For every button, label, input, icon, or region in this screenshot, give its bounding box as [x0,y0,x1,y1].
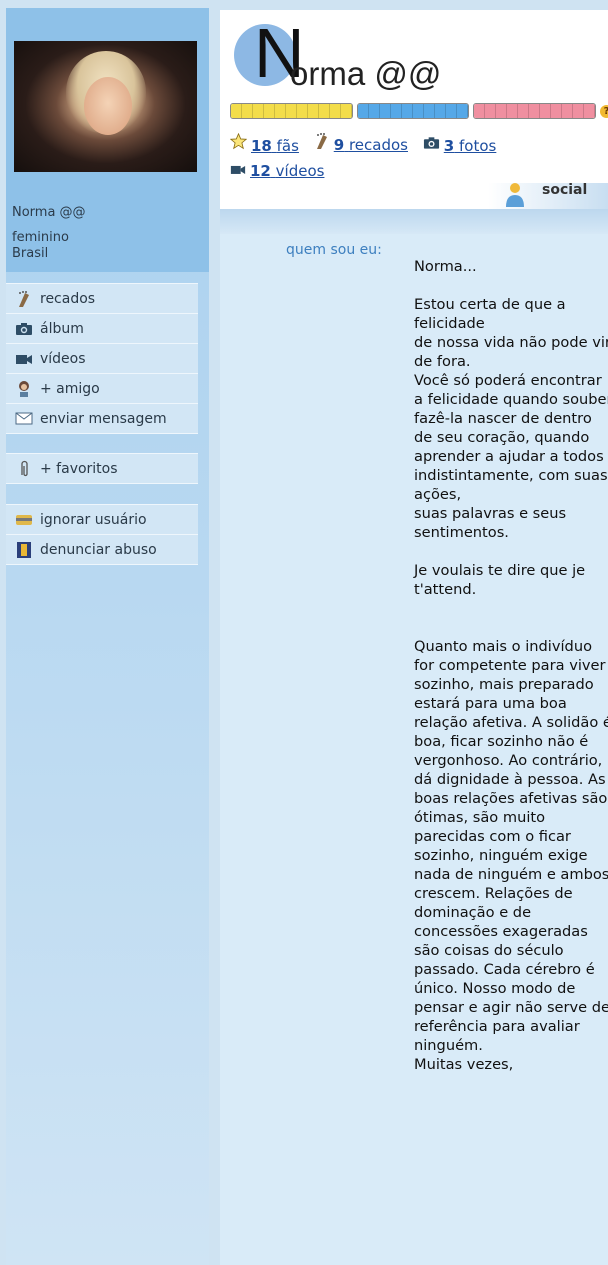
actions-menu: ignorar usuário denunciar abuso [6,504,198,565]
sidebar-country: Brasil [12,246,49,261]
paperclip-icon [14,460,34,478]
menu-item-label: + amigo [40,380,100,397]
menu-item-label: ignorar usuário [40,511,147,528]
menu-item-label: recados [40,290,96,307]
report-icon [14,541,34,559]
sexy-rating [473,103,596,119]
person-icon [506,183,524,207]
scrap-icon [314,132,330,158]
sidebar-gender: feminino [12,230,69,245]
scraps-count[interactable]: 9 [334,136,344,154]
camera-icon [14,320,34,338]
fans-count[interactable]: 18 [251,137,272,155]
photos-label[interactable]: fotos [459,137,496,155]
add-friend-icon [14,380,34,398]
camera-icon [423,134,440,158]
menu-item-album[interactable]: álbum [6,314,198,344]
help-icon[interactable]: ? [600,104,608,118]
fans-label[interactable]: fãs [277,137,299,155]
about-section: quem sou eu: Norma... Estou certa de que… [220,234,608,1265]
profile-photo[interactable] [14,41,197,172]
ratings-bar: ? [230,103,608,119]
ignore-icon [14,511,34,529]
menu-item-ignore-user[interactable]: ignorar usuário [6,505,198,535]
envelope-icon [14,410,34,428]
menu-item-recados[interactable]: recados [6,284,198,314]
videos-count[interactable]: 12 [250,162,271,180]
videos-label[interactable]: vídeos [276,162,325,180]
profile-menu: recados álbum vídeos + amigo enviar mens… [6,283,198,434]
trusty-rating [230,103,353,119]
fans-stat[interactable]: 18 fãs [229,132,299,158]
video-camera-icon [14,350,34,368]
menu-item-label: enviar mensagem [40,410,167,427]
menu-item-favorites[interactable]: + favoritos [6,454,198,484]
sidebar-profile-name: Norma @@ [12,205,86,220]
photos-stat[interactable]: 3 fotos [423,134,496,158]
video-camera-icon [230,159,246,183]
menu-item-label: álbum [40,320,84,337]
favorites-menu: + favoritos [6,453,198,484]
page-title: orma @@ [290,55,442,92]
about-label: quem sou eu: [286,242,382,258]
scraps-label[interactable]: recados [349,136,408,154]
videos-stat[interactable]: 12 vídeos [230,159,324,183]
menu-item-report-abuse[interactable]: denunciar abuso [6,535,198,565]
menu-item-label: denunciar abuso [40,541,157,558]
menu-item-videos[interactable]: vídeos [6,344,198,374]
menu-item-add-friend[interactable]: + amigo [6,374,198,404]
cool-rating [357,103,469,119]
menu-item-label: vídeos [40,350,86,367]
star-icon [229,132,248,158]
left-sidebar: Norma @@ feminino Brasil recados álbum v… [6,8,209,1265]
profile-header: N orma @@ ? 18 fãs 9 recados [220,10,608,209]
profile-card: Norma @@ feminino Brasil [6,8,209,272]
header-band [220,183,608,234]
scrap-icon [14,290,34,308]
about-text: Norma... Estou certa de que a felicidade… [414,258,608,1073]
profile-stats: 18 fãs 9 recados 3 fotos 12 vídeos [229,132,506,183]
tab-social[interactable]: social [542,182,587,198]
photos-count[interactable]: 3 [444,137,454,155]
photo-face [84,77,132,135]
menu-item-send-message[interactable]: enviar mensagem [6,404,198,434]
menu-item-label: + favoritos [40,460,118,477]
scraps-stat[interactable]: 9 recados [314,132,408,158]
